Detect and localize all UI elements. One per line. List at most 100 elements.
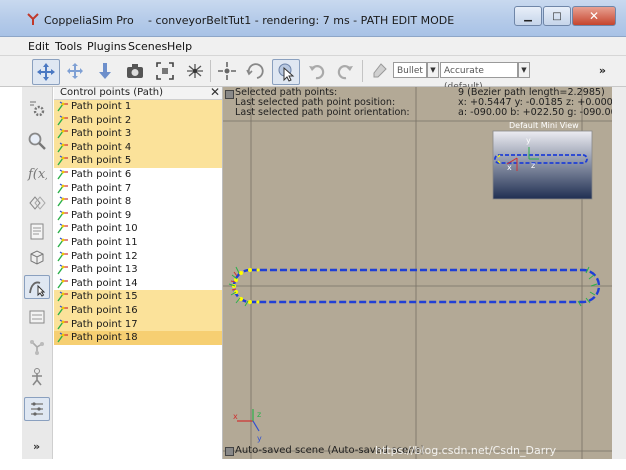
list-item[interactable]: Path point 15: [54, 290, 222, 304]
list-item[interactable]: Path point 1: [54, 100, 222, 114]
path-point-list: Path point 1 Path point 2 Path point 3 Path…: [54, 100, 222, 345]
toolbar-separator: [210, 60, 211, 82]
scene-viewport[interactable]: y x z x z y Selected path points: Last s…: [223, 87, 612, 459]
scene-canvas[interactable]: y x z x z y: [223, 87, 612, 459]
menu-help[interactable]: Help: [167, 40, 192, 53]
app-name: CoppeliaSim Pro: [44, 14, 134, 27]
menu-plugins[interactable]: Plugins: [87, 40, 126, 53]
maximize-button[interactable]: □: [543, 6, 571, 26]
list-item[interactable]: Path point 18: [54, 331, 222, 345]
list-item-label: Path point 18: [71, 332, 138, 344]
redo-button[interactable]: [332, 59, 358, 83]
list-item[interactable]: Path point 9: [54, 209, 222, 223]
path-point-icon: [57, 155, 68, 166]
path-point-icon: [57, 305, 68, 316]
undo-button[interactable]: [304, 59, 330, 83]
control-points-panel: Control points (Path) ✕ Path point 1 Path…: [54, 85, 223, 459]
list-item[interactable]: Path point 2: [54, 113, 222, 128]
info-label-last-orientation: Last selected path point orientation:: [235, 107, 410, 118]
chevron-down-icon[interactable]: ▼: [427, 62, 439, 78]
coppeliasim-logo-icon: [27, 13, 39, 25]
path-point-icon: [57, 223, 68, 234]
list-item[interactable]: Path point 7: [54, 182, 222, 196]
dynamics-toggle-button[interactable]: [366, 59, 392, 83]
path-edit-icon: [29, 281, 46, 297]
list-item[interactable]: Path point 8: [54, 195, 222, 209]
list-item-label: Path point 6: [71, 168, 132, 180]
panel-title: Control points (Path): [60, 87, 163, 98]
robot-button[interactable]: [24, 365, 50, 389]
list-item[interactable]: Path point 3: [54, 127, 222, 141]
list-item-label: Path point 13: [71, 264, 138, 276]
close-icon[interactable]: ✕: [210, 85, 220, 99]
path-point-icon: [57, 128, 68, 139]
path-point-icon: [57, 196, 68, 207]
mini-z-label: z: [531, 161, 535, 170]
simulation-settings-button[interactable]: [24, 97, 50, 121]
list-item[interactable]: Path point 14: [54, 277, 222, 291]
list-item[interactable]: Path point 6: [54, 168, 222, 182]
close-button[interactable]: ✕: [572, 6, 616, 26]
path-point-icon: [57, 169, 68, 180]
axis-y-label: y: [257, 434, 262, 443]
toolbar: Bullet ▼ Accurate (default) ▼ »: [0, 56, 626, 92]
camera-pan-button[interactable]: [32, 59, 60, 85]
list-item[interactable]: Path point 11: [54, 236, 222, 250]
watermark-text: https://blog.csdn.net/Csdn_Darry: [375, 444, 557, 457]
camera-fly-button[interactable]: [182, 59, 208, 83]
menu-tools[interactable]: Tools: [55, 40, 82, 53]
settings-list-button[interactable]: [24, 397, 50, 421]
physics-engine-select[interactable]: Bullet: [393, 62, 427, 78]
layers-button[interactable]: [24, 191, 50, 215]
list-item-label: Path point 12: [71, 250, 138, 262]
list-item-label: Path point 16: [71, 304, 138, 316]
path-point-icon: [57, 101, 68, 112]
list-item[interactable]: Path point 5: [54, 154, 222, 168]
list-item[interactable]: Path point 16: [54, 303, 222, 318]
hierarchy-button[interactable]: [24, 335, 50, 359]
path-point-icon: [57, 319, 68, 329]
path-point-icon: [57, 237, 68, 248]
axis-x-label: x: [233, 412, 238, 421]
path-edit-button[interactable]: [24, 275, 50, 299]
camera-shift-button[interactable]: [92, 59, 118, 83]
hierarchy-icon: [30, 340, 44, 355]
list-item[interactable]: Path point 4: [54, 140, 222, 155]
chevron-down-icon[interactable]: ▼: [518, 62, 530, 78]
search-button[interactable]: [24, 129, 50, 153]
camera-rotate-button[interactable]: [62, 59, 88, 83]
list-item[interactable]: Path point 12: [54, 250, 222, 264]
click-selection-button[interactable]: [272, 59, 300, 85]
simulation-settings-icon: [30, 101, 45, 117]
redo-icon: [337, 65, 353, 80]
list-item-label: Path point 5: [71, 155, 132, 167]
list-item[interactable]: Path point 10: [54, 222, 222, 236]
toolbar-overflow-button[interactable]: »: [599, 64, 606, 77]
list-item-label: Path point 8: [71, 196, 132, 208]
info-value-last-orientation: a: -090.00 b: +022.50 g: -090.00: [458, 107, 612, 118]
path-point-icon: [57, 210, 68, 221]
overlay-toggle-icon[interactable]: [225, 90, 234, 99]
models-button[interactable]: [24, 245, 50, 269]
sidebar-overflow-button[interactable]: »: [33, 440, 40, 453]
camera-angle-button[interactable]: [122, 59, 148, 83]
scripts-button[interactable]: f(x): [24, 161, 50, 185]
list-item-label: Path point 2: [71, 114, 132, 126]
list-button[interactable]: [24, 305, 50, 329]
pages-button[interactable]: [24, 219, 50, 243]
object-rotate-button[interactable]: [242, 59, 268, 83]
object-shift-button[interactable]: [214, 59, 240, 83]
path-point-icon: [57, 115, 68, 126]
fit-to-view-button[interactable]: [152, 59, 178, 83]
panel-header: Control points (Path) ✕: [54, 85, 222, 100]
path-point-icon: [57, 142, 68, 153]
status-icon: [225, 447, 234, 456]
list-item[interactable]: Path point 13: [54, 263, 222, 277]
physics-accuracy-select[interactable]: Accurate (default): [440, 62, 518, 92]
menu-scenes[interactable]: Scenes: [128, 40, 167, 53]
list-item-label: Path point 14: [71, 277, 138, 289]
minimize-button[interactable]: ▁: [514, 6, 542, 26]
menu-edit[interactable]: Edit: [28, 40, 49, 53]
list-icon: [29, 310, 45, 324]
list-item[interactable]: Path point 17: [54, 317, 222, 332]
